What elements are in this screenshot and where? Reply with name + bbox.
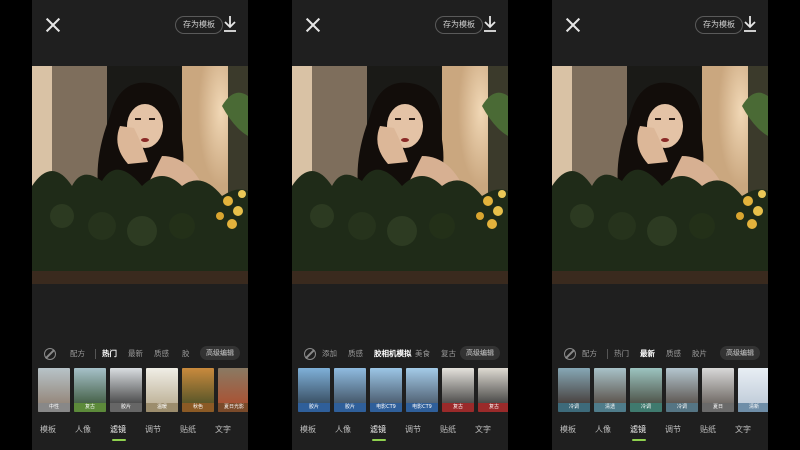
tab-template[interactable]: 模板 <box>40 424 56 435</box>
active-tab-indicator <box>372 439 386 441</box>
filter-thumb[interactable]: 复古 <box>74 368 106 412</box>
tab-portrait[interactable]: 人像 <box>335 424 351 435</box>
tab-camera-sim[interactable]: 胶相机模拟 <box>374 348 412 359</box>
divider <box>607 349 608 359</box>
tab-filter[interactable]: 滤镜 <box>630 424 646 435</box>
download-icon[interactable] <box>222 14 238 34</box>
filter-thumb[interactable]: 冷调 <box>666 368 698 412</box>
top-bar: 存为模板 <box>292 0 508 62</box>
close-icon[interactable] <box>44 16 62 34</box>
photo-preview[interactable] <box>292 66 508 284</box>
top-bar: 存为模板 <box>32 0 248 62</box>
tab-sticker[interactable]: 贴纸 <box>700 424 716 435</box>
bottom-tool-tabs: 模板 人像 滤镜 调节 贴纸 文字 <box>292 420 508 441</box>
tab-texture[interactable]: 质感 <box>348 348 363 359</box>
tab-formula[interactable]: 配方 <box>70 348 85 359</box>
filter-thumb[interactable]: 夏日光影 <box>218 368 248 412</box>
no-filter-icon[interactable] <box>44 348 56 360</box>
filter-thumbnails: 冷调 清透 冷调 冷调 夏日 清新 <box>558 368 768 412</box>
filter-category-tabs: 配方 热门 最新 质感 胶 高级编辑 <box>32 344 248 364</box>
tab-hot[interactable]: 热门 <box>102 348 117 359</box>
divider <box>95 349 96 359</box>
top-bar: 存为模板 <box>552 0 768 62</box>
bottom-tool-tabs: 模板 人像 滤镜 调节 贴纸 文字 <box>32 420 248 441</box>
tab-filter[interactable]: 滤镜 <box>370 424 386 435</box>
active-tab-indicator <box>632 439 646 441</box>
editor-panel-3: 存为模板 配方 热门 最新 质感 胶片 高级编辑 冷调 清透 冷调 冷调 夏日 … <box>552 0 768 450</box>
tab-sticker[interactable]: 贴纸 <box>440 424 456 435</box>
filter-category-tabs: 添加 质感 胶相机模拟 美食 复古 高级编辑 <box>292 344 508 364</box>
tab-hot[interactable]: 热门 <box>614 348 629 359</box>
filter-thumb[interactable]: 冷调 <box>558 368 590 412</box>
tab-formula[interactable]: 配方 <box>582 348 597 359</box>
active-tab-indicator <box>112 439 126 441</box>
tab-film[interactable]: 胶片 <box>692 348 707 359</box>
bottom-tool-tabs: 模板 人像 滤镜 调节 贴纸 文字 <box>552 420 768 441</box>
tab-sticker[interactable]: 贴纸 <box>180 424 196 435</box>
filter-thumb[interactable]: 复古 <box>478 368 508 412</box>
filter-thumbnails: 中性 复古 胶片 温暖 秋色 夏日光影 <box>38 368 248 412</box>
filter-thumb[interactable]: 胶片 <box>110 368 142 412</box>
filter-thumb[interactable]: 冷调 <box>630 368 662 412</box>
filter-thumb[interactable]: 胶片 <box>334 368 366 412</box>
tab-text[interactable]: 文字 <box>475 424 491 435</box>
save-template-button[interactable]: 存为模板 <box>175 16 223 34</box>
save-template-button[interactable]: 存为模板 <box>695 16 743 34</box>
advanced-edit-button[interactable]: 高级编辑 <box>200 346 240 360</box>
filter-thumb[interactable]: 秋色 <box>182 368 214 412</box>
filter-thumb[interactable]: 清新 <box>738 368 768 412</box>
filter-thumb[interactable]: 复古 <box>442 368 474 412</box>
tab-food[interactable]: 美食 <box>415 348 430 359</box>
tab-texture[interactable]: 质感 <box>154 348 169 359</box>
editor-panel-2: 存为模板 添加 质感 胶相机模拟 美食 复古 高级编辑 胶片 胶片 电影CT9 … <box>292 0 508 450</box>
filter-thumb[interactable]: 温暖 <box>146 368 178 412</box>
filter-thumb[interactable]: 清透 <box>594 368 626 412</box>
tab-latest[interactable]: 最新 <box>640 348 655 359</box>
tab-texture[interactable]: 质感 <box>666 348 681 359</box>
filter-thumb[interactable]: 夏日 <box>702 368 734 412</box>
tab-adjust[interactable]: 调节 <box>665 424 681 435</box>
tab-film[interactable]: 胶 <box>182 348 190 359</box>
filter-thumb[interactable]: 中性 <box>38 368 70 412</box>
tab-adjust[interactable]: 调节 <box>145 424 161 435</box>
close-icon[interactable] <box>564 16 582 34</box>
filter-thumb[interactable]: 电影CT9 <box>370 368 402 412</box>
tab-text[interactable]: 文字 <box>735 424 751 435</box>
advanced-edit-button[interactable]: 高级编辑 <box>720 346 760 360</box>
tab-filter[interactable]: 滤镜 <box>110 424 126 435</box>
save-template-button[interactable]: 存为模板 <box>435 16 483 34</box>
advanced-edit-button[interactable]: 高级编辑 <box>460 346 500 360</box>
tab-template[interactable]: 模板 <box>560 424 576 435</box>
filter-category-tabs: 配方 热门 最新 质感 胶片 高级编辑 <box>552 344 768 364</box>
tab-portrait[interactable]: 人像 <box>75 424 91 435</box>
close-icon[interactable] <box>304 16 322 34</box>
no-filter-icon[interactable] <box>564 348 576 360</box>
filter-thumb[interactable]: 电影CT9 <box>406 368 438 412</box>
no-filter-icon[interactable] <box>304 348 316 360</box>
download-icon[interactable] <box>482 14 498 34</box>
tab-add[interactable]: 添加 <box>322 348 337 359</box>
tab-latest[interactable]: 最新 <box>128 348 143 359</box>
download-icon[interactable] <box>742 14 758 34</box>
tab-template[interactable]: 模板 <box>300 424 316 435</box>
filter-thumbnails: 胶片 胶片 电影CT9 电影CT9 复古 复古 <box>298 368 508 412</box>
tab-portrait[interactable]: 人像 <box>595 424 611 435</box>
tab-adjust[interactable]: 调节 <box>405 424 421 435</box>
photo-preview[interactable] <box>32 66 248 284</box>
tab-text[interactable]: 文字 <box>215 424 231 435</box>
editor-panel-1: 存为模板 配方 热门 最新 质感 胶 高级编辑 中性 复古 胶片 温暖 秋色 夏… <box>32 0 248 450</box>
photo-preview[interactable] <box>552 66 768 284</box>
tab-retro[interactable]: 复古 <box>441 348 456 359</box>
filter-thumb[interactable]: 胶片 <box>298 368 330 412</box>
